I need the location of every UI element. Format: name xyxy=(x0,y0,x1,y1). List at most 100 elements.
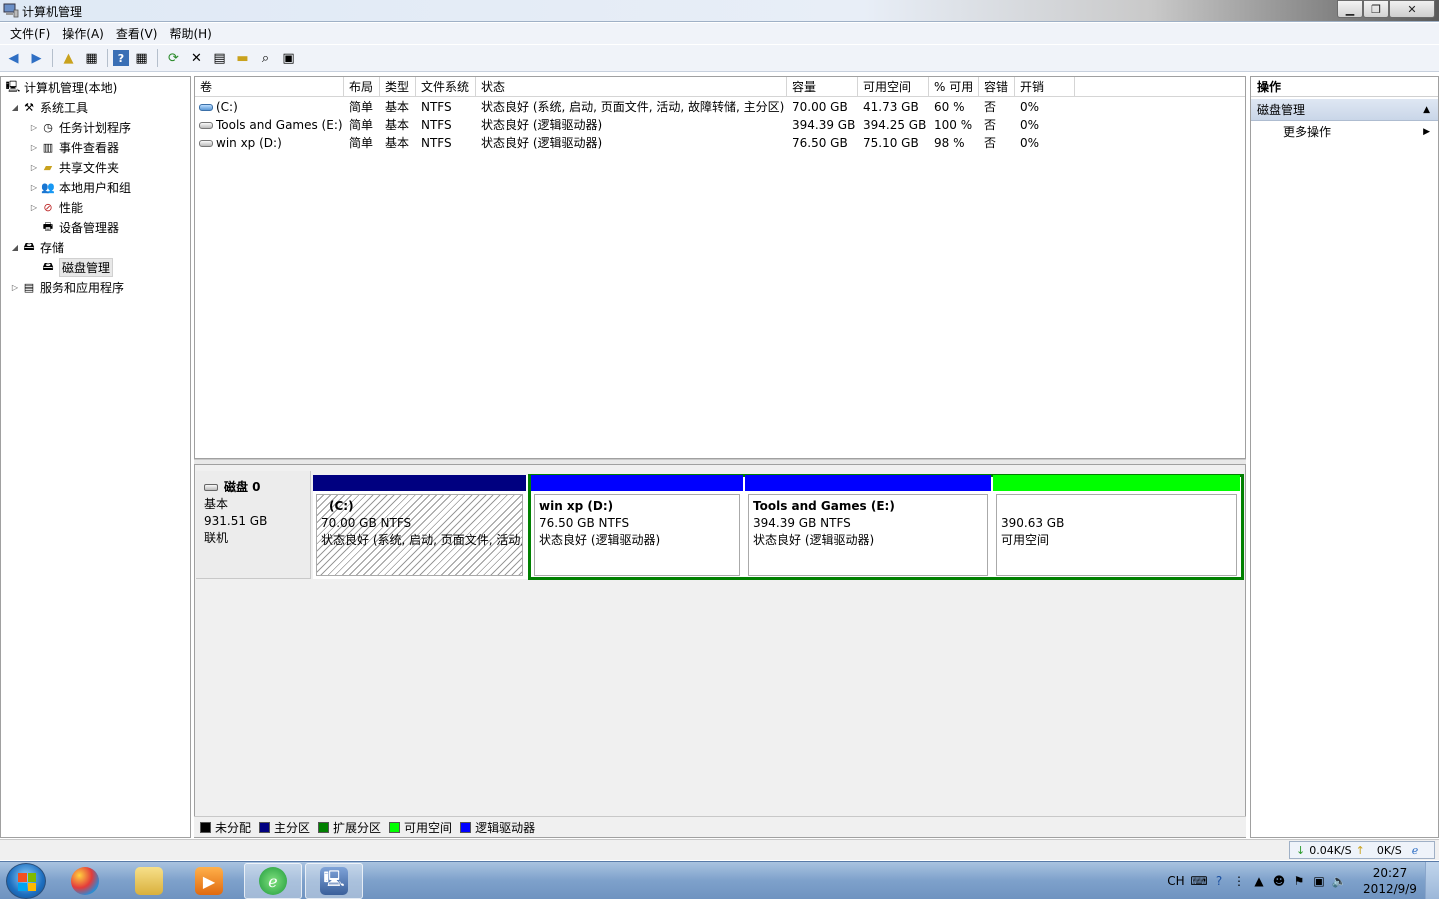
collapsed-arrow-icon[interactable]: ▷ xyxy=(28,203,40,212)
taskbar-computer-management[interactable]: 🖳 xyxy=(305,863,363,899)
col-fault-tolerance[interactable]: 容错 xyxy=(979,77,1015,97)
show-hide-tree-icon[interactable]: ▦ xyxy=(81,48,102,69)
show-hidden-icons-icon[interactable]: ▲ xyxy=(1249,874,1269,888)
menu-help[interactable]: 帮助(H) xyxy=(163,25,217,42)
partition-e[interactable]: Tools and Games (E:) 394.39 GB NTFS 状态良好… xyxy=(745,475,991,579)
col-status[interactable]: 状态 xyxy=(476,77,787,97)
table-row[interactable]: Tools and Games (E:) 简单 基本 NTFS 状态良好 (逻辑… xyxy=(195,116,1245,134)
refresh-icon[interactable]: ⟳ xyxy=(163,48,184,69)
forward-arrow-icon[interactable]: ▶ xyxy=(26,48,47,69)
expanded-arrow-icon[interactable]: ◢ xyxy=(9,103,21,112)
tree-item-performance[interactable]: ▷ ⊘ 性能 xyxy=(28,197,83,217)
col-capacity[interactable]: 容量 xyxy=(787,77,858,97)
event-viewer-icon: ▥ xyxy=(42,140,54,154)
help-icon[interactable]: ? xyxy=(1209,874,1229,888)
folder-icon xyxy=(135,867,163,895)
collapsed-arrow-icon[interactable]: ▷ xyxy=(9,283,21,292)
col-type[interactable]: 类型 xyxy=(380,77,416,97)
tree-item-system-tools[interactable]: ◢ ⚒ 系统工具 xyxy=(9,97,88,117)
tree-item-event-viewer[interactable]: ▷ ▥ 事件查看器 xyxy=(28,137,119,157)
col-volume[interactable]: 卷 xyxy=(195,77,344,97)
disk-status: 联机 xyxy=(204,531,229,545)
taskbar-media-player[interactable]: ▶ xyxy=(180,863,238,899)
tree-item-device-manager[interactable]: 🖶 设备管理器 xyxy=(28,217,119,237)
tools-icon: ⚒ xyxy=(24,100,34,114)
disk-settings-icon[interactable]: ▣ xyxy=(278,48,299,69)
tree-item-task-scheduler[interactable]: ▷ ◷ 任务计划程序 xyxy=(28,117,131,137)
storage-icon: 🖴 xyxy=(23,239,35,253)
browser-icon: ℯ xyxy=(259,867,287,895)
network-icon[interactable]: ▣ xyxy=(1309,874,1329,888)
table-row[interactable]: win xp (D:) 简单 基本 NTFS 状态良好 (逻辑驱动器) 76.5… xyxy=(195,134,1245,152)
network-speed-widget[interactable]: ↓ 0.04K/S ↑ 0K/S ℯ xyxy=(1289,841,1435,859)
tree-item-services-apps[interactable]: ▷ ▤ 服务和应用程序 xyxy=(9,277,124,297)
more-actions-item[interactable]: 更多操作 ▶ xyxy=(1251,121,1438,143)
properties-icon[interactable]: ▤ xyxy=(209,48,230,69)
show-desktop-button[interactable] xyxy=(1425,862,1439,899)
clock-icon: ◷ xyxy=(43,120,53,134)
services-icon: ▤ xyxy=(23,280,35,294)
volume-icon[interactable]: 🔈 xyxy=(1329,874,1349,888)
col-overhead[interactable]: 开销 xyxy=(1015,77,1075,97)
start-button[interactable] xyxy=(6,863,46,899)
expanded-arrow-icon[interactable]: ◢ xyxy=(9,243,21,252)
partition-d[interactable]: win xp (D:) 76.50 GB NTFS 状态良好 (逻辑驱动器) xyxy=(531,475,743,579)
col-filesystem[interactable]: 文件系统 xyxy=(416,77,476,97)
collapsed-arrow-icon[interactable]: ▷ xyxy=(28,163,40,172)
clock[interactable]: 20:27 2012/9/9 xyxy=(1355,865,1425,897)
taskbar-app-1[interactable] xyxy=(56,863,114,899)
language-indicator[interactable]: CH xyxy=(1163,874,1189,888)
open-folder-icon[interactable]: ▬ xyxy=(232,48,253,69)
disk-icon xyxy=(204,484,218,491)
help-icon[interactable]: ? xyxy=(113,50,129,66)
legend-swatch-free xyxy=(389,821,401,833)
taskbar-explorer[interactable] xyxy=(120,863,178,899)
back-arrow-icon[interactable]: ◀ xyxy=(3,48,24,69)
close-button[interactable]: ✕ xyxy=(1389,0,1435,18)
taskbar-browser[interactable]: ℯ xyxy=(244,863,302,899)
disk-info[interactable]: 磁盘 0 基本 931.51 GB 联机 xyxy=(196,471,311,579)
delete-icon[interactable]: ✕ xyxy=(186,48,207,69)
performance-icon: ⊘ xyxy=(43,200,53,214)
status-bar: ↓ 0.04K/S ↑ 0K/S ℯ xyxy=(0,839,1439,860)
tree-item-disk-management[interactable]: 🖴 磁盘管理 xyxy=(28,257,114,277)
drive-icon xyxy=(199,122,213,129)
minimize-button[interactable]: ▁ xyxy=(1337,0,1363,18)
show-hide-action-pane-icon[interactable]: ▦ xyxy=(131,48,152,69)
search-icon[interactable]: ⌕ xyxy=(255,48,276,69)
computer-management-icon: 🖳 xyxy=(320,867,348,895)
upload-arrow-icon: ↑ xyxy=(1355,843,1365,857)
action-center-flag-icon[interactable]: ⚑ xyxy=(1289,874,1309,888)
tree-item-local-users[interactable]: ▷ 👥 本地用户和组 xyxy=(28,177,131,197)
partition-c[interactable]: (C:) 70.00 GB NTFS 状态良好 (系统, 启动, 页面文件, 活… xyxy=(313,475,526,579)
tree-item-shared-folders[interactable]: ▷ ▰ 共享文件夹 xyxy=(28,157,119,177)
tree-item-computer-management[interactable]: 🖳 计算机管理(本地) xyxy=(5,77,118,97)
col-layout[interactable]: 布局 xyxy=(344,77,380,97)
menu-action[interactable]: 操作(A) xyxy=(56,25,110,42)
actions-section-disk-management[interactable]: 磁盘管理 ▲ xyxy=(1251,99,1438,121)
partition-bar-logical xyxy=(745,475,991,491)
up-folder-icon[interactable]: ▲ xyxy=(58,48,79,69)
legend-swatch-primary xyxy=(259,821,271,833)
computer-icon: 🖳 xyxy=(5,79,21,93)
tree-item-storage[interactable]: ◢ 🖴 存储 xyxy=(9,237,64,257)
collapsed-arrow-icon[interactable]: ▷ xyxy=(28,143,40,152)
system-tray: CH ⌨ ? ⋮ ▲ ☻ ⚑ ▣ 🔈 20:27 2012/9/9 xyxy=(1163,862,1439,899)
qq-icon[interactable]: ☻ xyxy=(1269,874,1289,888)
col-free-space[interactable]: 可用空间 xyxy=(858,77,929,97)
partition-free-space[interactable]: 390.63 GB 可用空间 xyxy=(993,475,1240,579)
colorful-app-icon xyxy=(71,867,99,895)
disk-size: 931.51 GB xyxy=(204,514,268,528)
table-row[interactable]: (C:) 简单 基本 NTFS 状态良好 (系统, 启动, 页面文件, 活动, … xyxy=(195,98,1245,116)
col-percent-free[interactable]: % 可用 xyxy=(929,77,979,97)
menu-view[interactable]: 查看(V) xyxy=(110,25,164,42)
title-bar: 计算机管理 ▁ ❐ ✕ xyxy=(0,0,1439,22)
collapsed-arrow-icon[interactable]: ▷ xyxy=(28,183,40,192)
collapse-up-icon[interactable]: ▲ xyxy=(1423,99,1430,121)
collapsed-arrow-icon[interactable]: ▷ xyxy=(28,123,40,132)
device-manager-icon: 🖶 xyxy=(42,219,54,233)
keyboard-icon[interactable]: ⌨ xyxy=(1189,874,1209,888)
menu-file[interactable]: 文件(F) xyxy=(4,25,56,42)
input-options-icon[interactable]: ⋮ xyxy=(1229,874,1249,888)
maximize-button[interactable]: ❐ xyxy=(1363,0,1389,18)
